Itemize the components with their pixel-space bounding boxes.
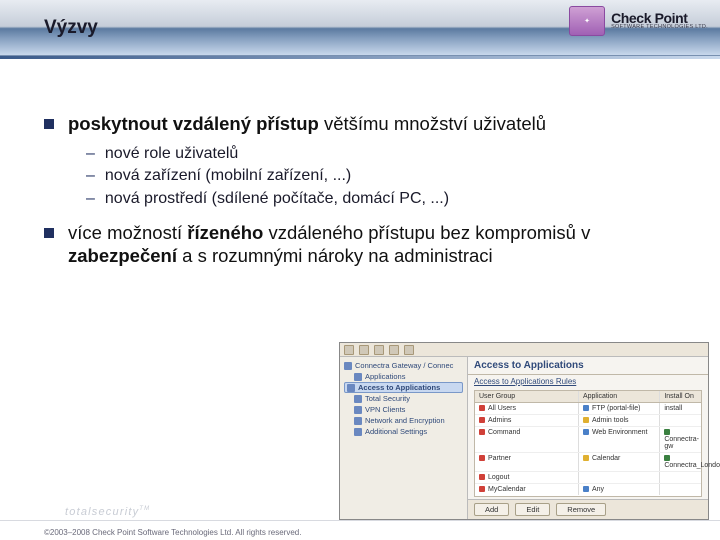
add-button[interactable]: Add: [474, 503, 509, 516]
bullet-1-text: poskytnout vzdálený přístup většímu množ…: [68, 113, 546, 136]
node-icon: [354, 428, 362, 436]
table-row[interactable]: MyCalendarAny: [475, 484, 701, 495]
table-row[interactable]: All UsersFTP (portal-file)install: [475, 403, 701, 415]
logo-subtitle: SOFTWARE TECHNOLOGIES LTD.: [611, 25, 708, 31]
node-icon: [354, 373, 362, 381]
table-row[interactable]: PartnerCalendarConnectra_London_R66: [475, 453, 701, 472]
square-bullet-icon: [44, 228, 54, 238]
table-row[interactable]: Logout: [475, 472, 701, 484]
toolbar-icon[interactable]: [389, 345, 399, 355]
ss-body: Connectra Gateway / Connec Applications …: [340, 357, 708, 519]
dash-icon: –: [86, 166, 95, 186]
remove-button[interactable]: Remove: [556, 503, 606, 516]
sub-bullet: –nová prostředí (sdílené počítače, domác…: [86, 189, 676, 209]
ss-button-bar: Add Edit Remove: [468, 499, 708, 519]
admin-console-screenshot: Connectra Gateway / Connec Applications …: [339, 342, 709, 520]
ss-right-pane: Access to Applications Access to Applica…: [468, 357, 708, 519]
slide-footer: ©2003–2008 Check Point Software Technolo…: [0, 518, 720, 540]
copyright: ©2003–2008 Check Point Software Technolo…: [44, 528, 301, 537]
bullet-1-sublist: –nové role uživatelů –nová zařízení (mob…: [86, 144, 676, 209]
tree-item-selected[interactable]: Access to Applications: [344, 382, 463, 393]
toolbar-icon[interactable]: [359, 345, 369, 355]
folder-icon: [344, 362, 352, 370]
bullet-2: více možností řízeného vzdáleného přístu…: [44, 222, 676, 267]
table-header: User Group Application Install On: [475, 391, 701, 403]
node-icon: [354, 395, 362, 403]
bullet-1: poskytnout vzdálený přístup většímu množ…: [44, 113, 676, 136]
dash-icon: –: [86, 144, 95, 164]
table-row[interactable]: AdminsAdmin tools: [475, 415, 701, 427]
table-row[interactable]: CommandWeb EnvironmentConnectra-gw: [475, 427, 701, 453]
toolbar-icon[interactable]: [374, 345, 384, 355]
brand-logo: ✦ Check Point SOFTWARE TECHNOLOGIES LTD.: [569, 6, 708, 36]
rules-table: User Group Application Install On All Us…: [474, 390, 702, 497]
tree-item[interactable]: Additional Settings: [344, 426, 463, 437]
watermark: totalsecurityTM: [65, 506, 150, 518]
square-bullet-icon: [44, 119, 54, 129]
bullet-2-text: více možností řízeného vzdáleného přístu…: [68, 222, 676, 267]
ss-pane-title: Access to Applications: [468, 357, 708, 375]
tree-item[interactable]: Network and Encryption: [344, 415, 463, 426]
logo-name: Check Point: [611, 11, 708, 25]
edit-button[interactable]: Edit: [515, 503, 550, 516]
slide-content: poskytnout vzdálený přístup většímu množ…: [0, 59, 720, 267]
logo-text: Check Point SOFTWARE TECHNOLOGIES LTD.: [611, 11, 708, 31]
toolbar-icon[interactable]: [344, 345, 354, 355]
ss-toolbar: [340, 343, 708, 357]
tree-item[interactable]: Applications: [344, 371, 463, 382]
tree-item[interactable]: Total Security: [344, 393, 463, 404]
ss-tree: Connectra Gateway / Connec Applications …: [340, 357, 468, 519]
toolbar-icon[interactable]: [404, 345, 414, 355]
tree-root[interactable]: Connectra Gateway / Connec: [344, 360, 463, 371]
node-icon: [347, 384, 355, 392]
node-icon: [354, 406, 362, 414]
tree-item[interactable]: VPN Clients: [344, 404, 463, 415]
node-icon: [354, 417, 362, 425]
ss-pane-subtitle: Access to Applications Rules: [468, 375, 708, 388]
dash-icon: –: [86, 189, 95, 209]
logo-icon: ✦: [569, 6, 605, 36]
slide-title: Výzvy: [44, 17, 98, 39]
slide-header: Výzvy ✦ Check Point SOFTWARE TECHNOLOGIE…: [0, 0, 720, 56]
sub-bullet: –nová zařízení (mobilní zařízení, ...): [86, 166, 676, 186]
sub-bullet: –nové role uživatelů: [86, 144, 676, 164]
